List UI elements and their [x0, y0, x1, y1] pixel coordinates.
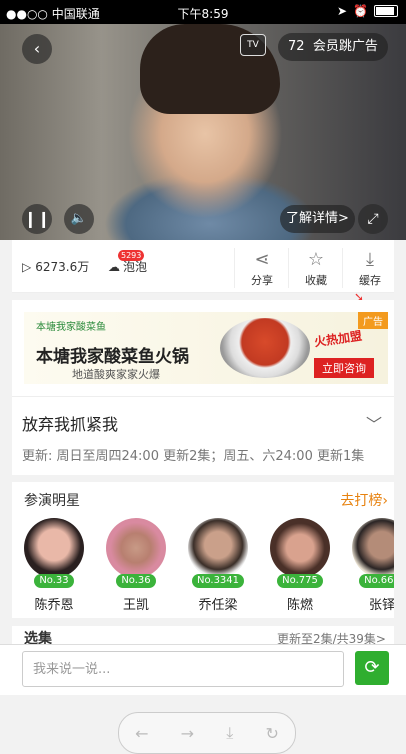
action-bar: ▷ 6273.6万 5293 ☁ 泡泡 ⋖ 分享 ☆ 收藏 ⤓ 缓存: [12, 240, 394, 293]
share-label: 分享: [251, 274, 273, 287]
cast-list: No.33 陈乔恩 No.36 王凯 No.3341 乔任梁 No.775 陈燃…: [22, 518, 394, 618]
share-icon: ⋖: [254, 249, 270, 270]
video-player[interactable]: ‹ TV 72 会员跳广告 ❙❙ 🔈 了解详情> ⤢: [0, 24, 406, 240]
rank-badge: No.33: [34, 574, 74, 588]
download-icon: ⤓: [366, 249, 374, 270]
cast-more-link[interactable]: 去打榜›: [340, 490, 388, 510]
rank-badge: No.36: [116, 574, 156, 588]
cast-section: 参演明星 去打榜› No.33 陈乔恩 No.36 王凯 No.3341 乔任梁…: [12, 482, 394, 618]
avatar: [106, 518, 166, 578]
ad-hot-label: 火热加盟: [313, 328, 363, 350]
ad-banner[interactable]: 本塘我家酸菜鱼 本塘我家酸菜鱼火锅 地道酸爽家家火爆 火热加盟 立即咨询 广告: [12, 300, 394, 396]
actor-name: 陈乔恩: [34, 598, 74, 613]
cache-button[interactable]: ⤓ 缓存: [342, 248, 397, 288]
actor-name: 陈燃: [286, 598, 313, 613]
chevron-right-icon: ›: [382, 493, 388, 509]
back-arrow-icon[interactable]: ←: [135, 724, 148, 743]
update-schedule: 更新: 周日至周四24:00 更新2集；周五、六24:00 更新1集: [22, 449, 365, 464]
ad-subtitle: 地道酸爽家家火爆: [72, 368, 160, 381]
tv-cast-icon[interactable]: TV: [240, 34, 266, 56]
view-count: ▷ 6273.6万: [22, 258, 89, 275]
episode-label: 选集: [24, 631, 52, 644]
play-count-icon: ▷: [22, 259, 32, 274]
pause-icon[interactable]: ❙❙: [22, 204, 52, 234]
show-info: 放弃我抓紧我 ﹀ 更新: 周日至周四24:00 更新2集；周五、六24:00 更…: [12, 396, 394, 475]
rank-badge: No.775: [277, 574, 323, 588]
chevron-down-icon[interactable]: ﹀: [366, 411, 382, 435]
comment-input[interactable]: 我来说一说...: [22, 651, 344, 687]
bubble-icon: ☁: [108, 259, 120, 274]
ad-cta-button[interactable]: 立即咨询: [314, 358, 374, 378]
cast-member[interactable]: No.775 陈燃: [268, 518, 332, 613]
avatar: [24, 518, 84, 578]
back-icon[interactable]: ‹: [22, 34, 52, 64]
star-icon: ☆: [307, 249, 325, 270]
cast-member[interactable]: No.36 王凯: [104, 518, 168, 613]
actor-name: 王凯: [122, 598, 149, 613]
status-icons: ➤ ⏰: [337, 4, 398, 18]
cast-member[interactable]: No.33 陈乔恩: [22, 518, 86, 613]
cast-member[interactable]: No.666 张铎: [350, 518, 394, 613]
volume-icon[interactable]: 🔈: [64, 204, 94, 234]
ad-tag: 广告: [358, 312, 388, 329]
refresh-icon[interactable]: ⟳: [355, 651, 389, 685]
ad-title: 本塘我家酸菜鱼火锅: [36, 347, 189, 367]
favorite-button[interactable]: ☆ 收藏: [288, 248, 343, 288]
avatar: [188, 518, 248, 578]
learn-more-button[interactable]: 了解详情>: [280, 205, 355, 233]
cast-more-label: 去打榜: [340, 493, 383, 509]
cast-member[interactable]: No.3341 乔任梁: [186, 518, 250, 613]
episode-section[interactable]: 选集 更新至2集/共39集>: [12, 626, 394, 644]
avatar: [352, 518, 394, 578]
comment-bar: 我来说一说... ⟳: [0, 644, 406, 695]
vip-skip-ad-button[interactable]: 72 会员跳广告: [278, 33, 388, 61]
favorite-label: 收藏: [305, 274, 327, 287]
location-icon: ➤: [336, 4, 348, 18]
vip-skip-label: 会员跳广告: [312, 39, 378, 54]
episode-info: 更新至2集/共39集>: [276, 632, 386, 644]
rank-badge: No.666: [359, 574, 394, 588]
bubble-label: 泡泡: [123, 260, 148, 274]
show-title: 放弃我抓紧我: [22, 415, 119, 434]
avatar: [270, 518, 330, 578]
alarm-icon: ⏰: [353, 4, 368, 18]
share-button[interactable]: ⋖ 分享: [234, 248, 289, 288]
bubble-button[interactable]: ☁ 泡泡: [108, 258, 147, 275]
download-icon[interactable]: ⤓: [226, 723, 233, 743]
cache-label: 缓存: [359, 274, 381, 287]
ad-countdown: 72: [288, 39, 305, 54]
actor-name: 张铎: [368, 598, 394, 613]
fullscreen-icon[interactable]: ⤢: [358, 204, 388, 234]
actor-name: 乔任梁: [198, 598, 238, 613]
battery-icon: [374, 5, 398, 17]
forward-arrow-icon[interactable]: →: [181, 724, 194, 743]
status-bar: ●●○○ 中国联通 下午8:59 ➤ ⏰: [0, 0, 406, 24]
view-count-value: 6273.6万: [35, 260, 90, 274]
reload-icon[interactable]: ↻: [265, 724, 278, 743]
cast-header: 参演明星: [24, 493, 80, 509]
ad-brand: 本塘我家酸菜鱼: [36, 322, 106, 333]
ad-image[interactable]: 本塘我家酸菜鱼 本塘我家酸菜鱼火锅 地道酸爽家家火爆 火热加盟 立即咨询 广告: [24, 312, 388, 384]
browser-toolbar: ← → ⤓ ↻: [118, 712, 296, 754]
hotpot-image: [220, 318, 310, 378]
rank-badge: No.3341: [191, 574, 245, 588]
